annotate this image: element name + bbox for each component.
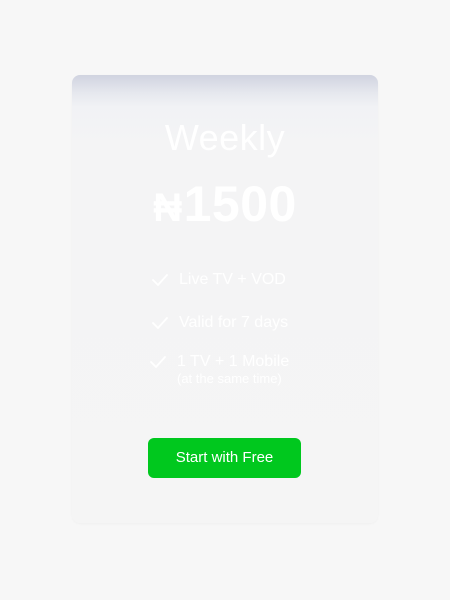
check-icon <box>152 274 168 286</box>
check-icon <box>150 356 166 368</box>
feature-label: Valid for 7 days <box>179 314 289 331</box>
pricing-card: Weekly ₦1500 Live TV + VOD Valid for 7 d… <box>72 75 378 523</box>
plan-title: Weekly <box>164 117 286 158</box>
feature-label: Live TV + VOD <box>179 271 286 288</box>
start-free-button[interactable]: Start with Free <box>148 438 301 478</box>
price-amount: 1500 <box>183 176 297 232</box>
feature-label: 1 TV + 1 Mobile <box>177 353 290 370</box>
plan-price: ₦1500 <box>72 175 378 233</box>
currency-symbol: ₦ <box>153 186 183 230</box>
feature-item-live-tv: Live TV + VOD <box>151 270 286 290</box>
feature-label-block: 1 TV + 1 Mobile (at the same time) <box>177 352 289 386</box>
feature-item-validity: Valid for 7 days <box>151 313 288 333</box>
check-icon <box>152 317 168 329</box>
feature-item-devices: 1 TV + 1 Mobile (at the same time) <box>149 352 289 386</box>
feature-subtext: (at the same time) <box>177 371 282 386</box>
pricing-page: Weekly ₦1500 Live TV + VOD Valid for 7 d… <box>0 0 450 600</box>
